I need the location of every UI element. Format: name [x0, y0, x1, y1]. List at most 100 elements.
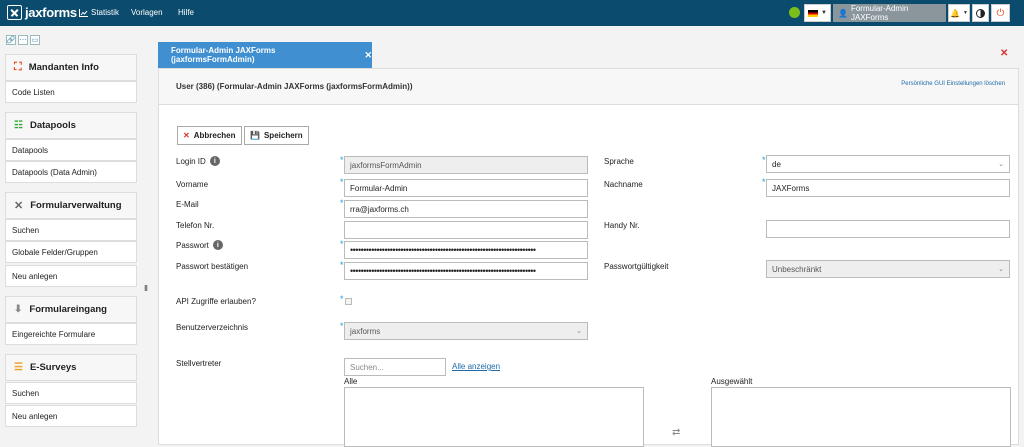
section-label: Formulareingang	[29, 304, 107, 315]
language-dropdown[interactable]: ▼	[804, 4, 831, 22]
logout-button[interactable]: ⏻	[991, 4, 1010, 22]
sidebar-item-neu-anlegen[interactable]: Neu anlegen	[5, 265, 137, 287]
vorname-field[interactable]: Formular-Admin	[344, 179, 588, 197]
nav-hilfe[interactable]: Hilfe	[178, 8, 194, 17]
page-title: User (386) (Formular-Admin JAXForms (jax…	[176, 82, 413, 91]
sidebar-item-datapools[interactable]: Datapools	[5, 139, 137, 161]
select-value: Unbeschränkt	[772, 264, 822, 274]
save-icon: 💾	[250, 131, 260, 140]
sidebar-item-eingereichte[interactable]: Eingereichte Formulare	[5, 323, 137, 345]
user-icon: 👤	[838, 8, 848, 18]
close-icon: ✕	[183, 131, 190, 140]
required-marker: *	[340, 239, 344, 249]
select-value: de	[772, 159, 781, 169]
alle-anzeigen-link[interactable]: Alle anzeigen	[452, 362, 500, 371]
german-flag-icon	[808, 9, 819, 17]
chevron-down-icon: ⌄	[998, 266, 1004, 273]
section-label: Mandanten Info	[28, 62, 99, 73]
transfer-icon[interactable]: ⇄	[672, 427, 680, 438]
nav-statistik-label: Statistik	[91, 8, 120, 17]
api-checkbox[interactable]	[345, 298, 352, 305]
ausgewaehlt-list[interactable]	[711, 387, 1011, 447]
app-logo[interactable]: jaxforms	[7, 5, 77, 20]
more-icon[interactable]: ⋯	[18, 35, 28, 45]
bell-icon: 🔔	[950, 8, 960, 18]
handy-field[interactable]	[766, 220, 1010, 238]
passwortgueltigkeit-select: Unbeschränkt ⌄	[766, 260, 1010, 278]
close-icon[interactable]: ✕	[364, 50, 372, 61]
sidebar-item-globale-felder[interactable]: Globale Felder/Gruppen	[5, 241, 137, 263]
email-field[interactable]: rra@jaxforms.ch	[344, 200, 588, 218]
alle-label: Alle	[344, 377, 358, 386]
sidebar-item-es-suchen[interactable]: Suchen	[5, 382, 137, 404]
telefon-label: Telefon Nr.	[176, 221, 215, 230]
info-icon[interactable]: i	[209, 156, 220, 166]
section-label: Formularverwaltung	[30, 200, 122, 211]
password-field[interactable]: ••••••••••••••••••••••••••••••••••••••••…	[344, 241, 588, 259]
link-icon[interactable]: 🔗	[6, 35, 16, 45]
sidebar-resize-handle[interactable]: Ⅱ	[144, 284, 148, 293]
section-label: Datapools	[29, 120, 76, 131]
stellvertreter-label: Stellvertreter	[176, 359, 222, 368]
list-icon: ☷	[14, 120, 23, 131]
chevron-down-icon: ⌄	[576, 328, 582, 335]
caret-down-icon: ▼	[821, 10, 827, 16]
required-marker: *	[340, 294, 344, 304]
user-name: Formular-Admin JAXForms	[850, 4, 909, 22]
logo-text: jaxforms	[25, 5, 77, 20]
vorname-label: Vorname	[176, 180, 209, 189]
sprache-select[interactable]: de ⌄	[766, 155, 1010, 173]
sidebar-section-mandanten[interactable]: ⛶ Mandanten Info	[5, 54, 137, 81]
login-id-field: jaxformsFormAdmin	[344, 156, 588, 174]
section-label: E-Surveys	[29, 362, 77, 373]
org-icon: ⛶	[14, 61, 22, 73]
passwort-label: Passwort i	[176, 240, 223, 250]
required-marker: *	[340, 321, 344, 331]
cancel-button[interactable]: ✕ Abbrechen	[177, 126, 242, 145]
cancel-label: Abbrechen	[193, 131, 236, 140]
sidebar-item-datapools-admin[interactable]: Datapools (Data Admin)	[5, 161, 137, 183]
required-marker: *	[762, 155, 766, 165]
stellvertreter-search-input[interactable]: Suchen...	[344, 358, 446, 376]
nav-vorlagen[interactable]: Vorlagen	[131, 8, 163, 17]
user-menu-button[interactable]: 👤 Formular-Admin JAXForms	[833, 4, 946, 22]
email-label: E-Mail	[176, 200, 199, 209]
sidebar-item-code-listen[interactable]: Code Listen	[5, 81, 137, 103]
label-text: Passwort	[176, 240, 209, 250]
chart-icon	[79, 8, 88, 17]
status-indicator	[789, 7, 800, 18]
required-marker: *	[762, 177, 766, 187]
passwortgueltigkeit-label: Passwortgültigkeit	[604, 262, 669, 271]
nachname-field[interactable]: JAXForms	[766, 179, 1010, 197]
benutzerverzeichnis-select: jaxforms ⌄	[344, 322, 588, 340]
info-icon[interactable]: i	[212, 240, 223, 250]
required-marker: *	[340, 260, 344, 270]
reset-gui-link[interactable]: Persönliche GUI Einstellungen löschen	[901, 81, 1005, 87]
contrast-icon	[976, 8, 985, 18]
sidebar: 🔗 ⋯ ▭ ⛶ Mandanten Info Code Listen ☷ Dat…	[0, 26, 148, 445]
power-icon: ⏻	[996, 7, 1005, 19]
api-label: API Zugriffe erlauben?	[176, 297, 256, 306]
sidebar-item-es-neu[interactable]: Neu anlegen	[5, 405, 137, 427]
required-marker: *	[340, 177, 344, 187]
sidebar-section-datapools[interactable]: ☷ Datapools	[5, 112, 137, 139]
folder-icon[interactable]: ▭	[30, 35, 40, 45]
alle-list[interactable]	[344, 387, 644, 447]
sidebar-section-esurveys[interactable]: ☰ E-Surveys	[5, 354, 137, 381]
sidebar-section-formulareingang[interactable]: ⬇ Formulareingang	[5, 296, 137, 323]
caret-down-icon: ▼	[963, 10, 968, 16]
notifications-button[interactable]: 🔔 ▼	[948, 4, 970, 22]
sprache-label: Sprache	[604, 157, 634, 166]
download-icon: ⬇	[14, 304, 23, 315]
password-confirm-field[interactable]: ••••••••••••••••••••••••••••••••••••••••…	[344, 262, 588, 280]
handy-label: Handy Nr.	[604, 221, 640, 230]
telefon-field[interactable]	[344, 221, 588, 239]
close-all-icon[interactable]: ✕	[1000, 48, 1008, 59]
save-button[interactable]: 💾 Speichern	[244, 126, 309, 145]
tab-user-form[interactable]: Formular-Admin JAXForms (jaxformsFormAdm…	[158, 42, 372, 68]
sidebar-item-suchen[interactable]: Suchen	[5, 219, 137, 241]
sidebar-section-formularverwaltung[interactable]: ✕ Formularverwaltung	[5, 192, 137, 219]
passwort-bestaetigen-label: Passwort bestätigen	[176, 262, 249, 271]
contrast-toggle[interactable]	[972, 4, 989, 22]
nav-statistik[interactable]: Statistik	[79, 8, 119, 17]
